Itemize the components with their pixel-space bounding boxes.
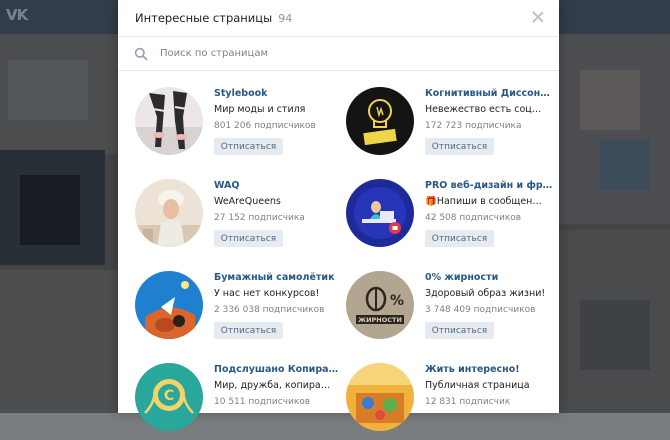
page-status: WeAreQueens [214,196,281,207]
page-subscribers: 801 206 подписчиков [214,121,316,131]
page-name[interactable]: Когнитивный Диссонанс [425,88,553,99]
page-name[interactable]: PRO веб-дизайн и фриланс… [425,180,553,191]
page-subscribers: 2 336 038 подписчиков [214,305,325,315]
close-icon[interactable] [531,10,545,24]
page-item: C Подслушано Копирайтинг Мир, дружба, ко… [118,348,342,440]
page-subscribers: 12 831 подписчик [425,397,511,407]
page-status: Публичная страница [425,380,530,391]
page-subscribers: 27 152 подписчика [214,213,305,223]
paper-plane-avatar[interactable] [135,271,203,339]
page-name[interactable]: Бумажный самолётик [214,272,335,283]
copyright-emblem: C [135,363,203,431]
lightbulb-image [346,87,414,155]
stylebook-image [135,87,203,155]
page-status: Мир, дружба, копирайтинг! [214,380,336,391]
live-interesting-image [346,363,414,431]
modal-header: Интересные страницы 94 [118,0,559,37]
page-status: У нас нет конкурсов! [214,288,320,299]
search-input[interactable] [158,47,545,60]
pro-webdesign-avatar[interactable] [346,179,414,247]
live-interesting-avatar[interactable] [346,363,414,431]
page-item: Stylebook Мир моды и стиля 801 206 подпи… [118,72,338,164]
page-name[interactable]: Stylebook [214,88,267,99]
stylebook-avatar[interactable] [135,87,203,155]
modal-count: 94 [278,11,293,25]
page-item: Когнитивный Диссонанс Невежество есть со… [329,72,553,164]
interesting-pages-modal: Интересные страницы 94 Поиск по страница… [118,0,559,431]
waq-avatar[interactable] [135,179,203,247]
page-subscribers: 10 511 подписчиков [214,397,311,407]
page-status: Здоровый образ жизни! [425,288,546,299]
page-status: Мир моды и стиля [214,104,306,115]
page-name[interactable]: Жить интересно! [425,364,520,375]
page-item: PRO веб-дизайн и фриланс… 🎁Напиши в сооб… [329,164,553,256]
modal-title: Интересные страницы [135,11,273,25]
page-status: Невежество есть социальн… [425,104,547,115]
page-item: % ЖИРНОСТИ 0% жирности Здоровый образ жи… [329,256,549,348]
unsubscribe-button[interactable]: Отписаться [425,230,494,247]
svg-text:%: % [390,293,404,309]
search-icon [134,47,148,60]
page-subscribers: 172 723 подписчика [425,121,522,131]
page-item: Жить интересно! Публичная страница 12 83… [329,348,549,440]
unsubscribe-button[interactable]: Отписаться [214,322,283,339]
zero-fat-logo-text: ЖИРНОСТИ [358,316,402,324]
paper-plane-image [135,271,203,339]
unsubscribe-button[interactable]: Отписаться [425,138,494,155]
page-item: WAQ WeAreQueens 27 152 подписчика Отписа… [118,164,338,256]
search-bar [118,37,559,71]
zero-fat-avatar[interactable]: % ЖИРНОСТИ [346,271,414,339]
svg-text:C: C [164,388,174,404]
cognitive-dissonance-avatar[interactable] [346,87,414,155]
page-subscribers: 3 748 409 подписчиков [425,305,536,315]
designer-illustration [346,179,414,247]
page-status: 🎁Напиши в сообщения со… [425,196,547,207]
page-item: Бумажный самолётик У нас нет конкурсов! … [118,256,338,348]
page-name[interactable]: Подслушано Копирайтинг [214,364,342,375]
unsubscribe-button[interactable]: Отписаться [425,322,494,339]
zero-fat-logo: % ЖИРНОСТИ [346,271,414,339]
unsubscribe-button[interactable]: Отписаться [214,230,283,247]
copywriting-avatar[interactable]: C [135,363,203,431]
page-subscribers: 42 508 подписчиков [425,213,522,223]
unsubscribe-button[interactable]: Отписаться [214,138,283,155]
page-name[interactable]: WAQ [214,180,239,191]
woman-towel-image [135,179,203,247]
page-name[interactable]: 0% жирности [425,272,498,283]
